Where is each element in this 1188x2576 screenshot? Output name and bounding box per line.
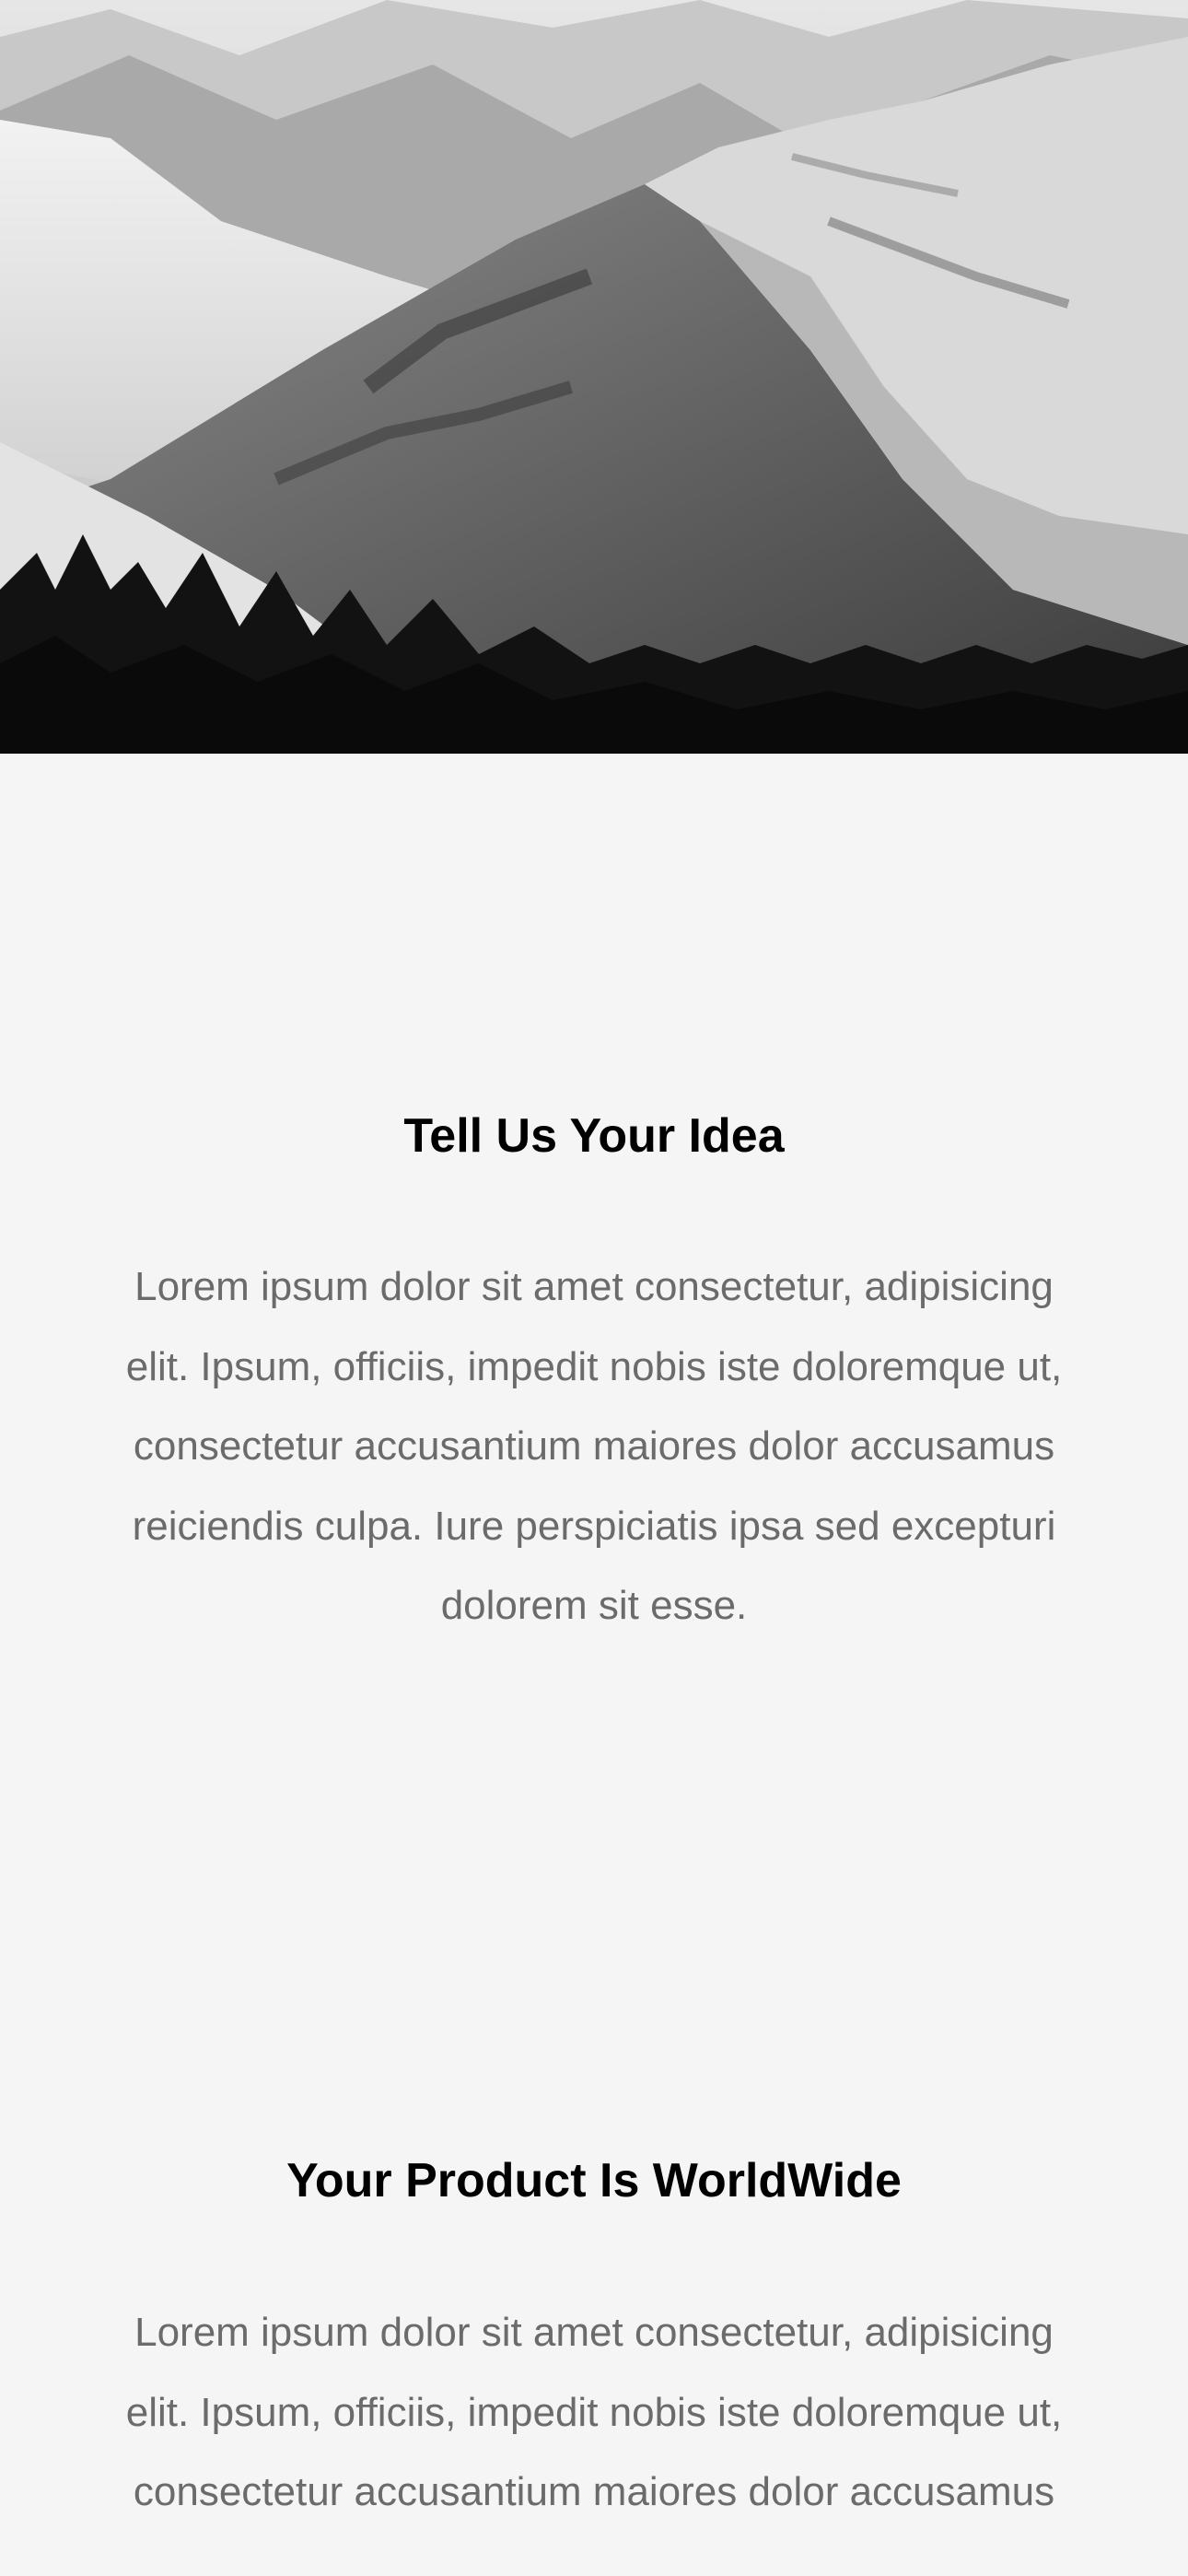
feature-worldwide: Your Product Is WorldWide Lorem ipsum do… xyxy=(0,0,1188,2576)
feature-description: Lorem ipsum dolor sit amet consectetur, … xyxy=(125,2310,1063,2514)
feature-title: Your Product Is WorldWide xyxy=(286,2154,902,2207)
